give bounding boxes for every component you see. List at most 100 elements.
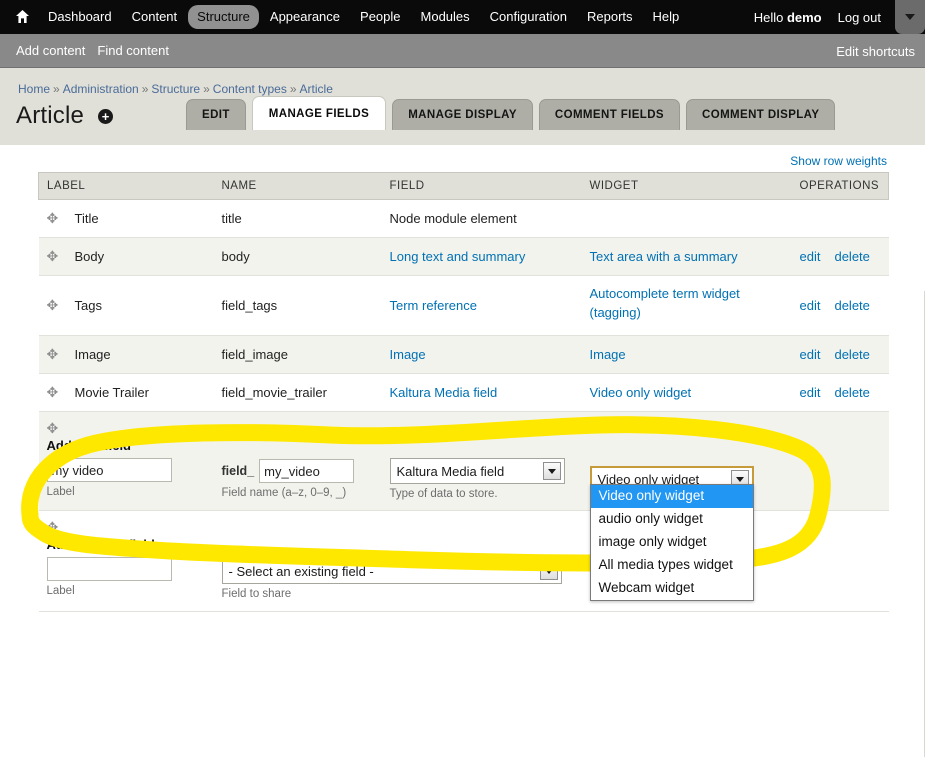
add-new-field-name-cell: field_ Field name (a–z, 0–9, _) [213,411,382,511]
new-field-name-input[interactable] [259,459,355,483]
toolbar-user-area: Hello demo Log out [746,0,925,34]
cell-field: Image [381,335,582,374]
existing-field-select[interactable]: - Select an existing field - [221,558,562,584]
new-field-name-caption: Field name (a–z, 0–9, _) [221,487,347,499]
add-existing-field-title: Add existing field [46,537,155,552]
cell-operations [791,199,889,238]
new-field-label-input[interactable] [46,458,172,482]
table-row: ✥ Title title Node module element [38,199,889,238]
widget-option-image-only[interactable]: image only widget [591,531,753,554]
tab-comment-fields[interactable]: COMMENT FIELDS [538,99,681,130]
edit-link[interactable]: edit [800,249,821,264]
breadcrumb-separator: » [53,82,60,96]
page-title: Article [16,102,85,129]
cell-operations: edit delete [791,373,889,412]
widget-link-secondary[interactable]: (tagging) [590,305,641,320]
tab-comment-display[interactable]: COMMENT DISPLAY [686,99,836,130]
drag-handle-icon[interactable]: ✥ [47,384,63,401]
new-field-type-caption: Type of data to store. [389,488,498,500]
delete-link[interactable]: delete [834,385,869,400]
tab-manage-fields[interactable]: MANAGE FIELDS [251,96,387,130]
toolbar-item-reports[interactable]: Reports [578,5,642,29]
table-header-row: LABEL NAME FIELD WIDGET OPERATIONS [38,172,889,200]
chevron-down-icon [542,462,561,480]
drag-handle-icon[interactable]: ✥ [47,248,63,265]
tab-edit[interactable]: EDIT [186,99,246,130]
table-row: ✥ Image field_image Image Image edit delet… [38,335,889,374]
toolbar-item-people[interactable]: People [351,5,409,29]
column-header-name: NAME [213,172,382,200]
breadcrumb-item-content-types[interactable]: Content types [213,82,287,96]
shortcut-add-content[interactable]: Add content [0,43,85,58]
field-type-link[interactable]: Term reference [390,298,477,313]
drag-handle-icon[interactable]: ✥ [47,421,206,435]
edit-shortcuts-link[interactable]: Edit shortcuts [836,34,915,68]
field-type-link[interactable]: Image [390,347,426,362]
cell-widget [581,199,792,238]
delete-link[interactable]: delete [834,347,869,362]
widget-link[interactable]: Video only widget [590,385,692,400]
home-icon[interactable] [14,9,30,25]
cell-label: ✥ Title [38,199,214,238]
toolbar-item-appearance[interactable]: Appearance [261,5,349,29]
toolbar-item-modules[interactable]: Modules [412,5,479,29]
plus-glyph: + [101,109,110,124]
toolbar-item-configuration[interactable]: Configuration [481,5,576,29]
widget-option-audio-only[interactable]: audio only widget [591,508,753,531]
cell-name: field_image [213,335,382,374]
drag-handle-icon[interactable]: ✥ [47,520,206,534]
field-type-link[interactable]: Kaltura Media field [390,385,498,400]
delete-link[interactable]: delete [834,298,869,313]
contextual-links-icon[interactable]: + [98,109,114,124]
toolbar-collapse-toggle[interactable] [895,0,925,34]
breadcrumb-item-home[interactable]: Home [18,82,50,96]
edit-link[interactable]: edit [800,385,821,400]
tab-manage-display[interactable]: MANAGE DISPLAY [392,99,533,130]
cell-widget: Autocomplete term widget (tagging) [581,275,792,336]
toolbar-item-structure[interactable]: Structure [188,5,259,29]
breadcrumb-item-article[interactable]: Article [300,82,333,96]
cell-label: ✥ Movie Trailer [38,373,214,412]
greeting-prefix: Hello [753,9,787,25]
delete-link[interactable]: delete [834,249,869,264]
breadcrumb-item-administration[interactable]: Administration [63,82,139,96]
greeting: Hello demo [746,6,830,29]
breadcrumb-item-structure[interactable]: Structure [151,82,200,96]
add-new-field-title: Add new field [46,438,132,453]
widget-option-webcam[interactable]: Webcam widget [591,577,753,600]
edit-link[interactable]: edit [800,347,821,362]
drag-handle-icon[interactable]: ✥ [47,210,63,227]
add-new-field-label-cell: ✥ Add new field Label [38,411,214,511]
field-label: Movie Trailer [74,385,149,400]
field-type-link[interactable]: Long text and summary [390,249,526,264]
toolbar-item-dashboard[interactable]: Dashboard [39,5,121,29]
existing-field-label-caption: Label [46,585,75,597]
widget-options-listbox[interactable]: Video only widget audio only widget imag… [589,484,754,601]
column-header-operations: OPERATIONS [791,172,889,200]
widget-option-all-media-types[interactable]: All media types widget [591,554,753,577]
page-header: Home» Administration» Structure» Content ty… [0,68,925,145]
new-field-type-value: Kaltura Media field [396,463,505,479]
cell-name: body [213,237,382,276]
cell-field: Term reference [381,275,582,336]
existing-field-label-input[interactable] [46,557,172,581]
table-row: ✥ Movie Trailer field_movie_trailer Kaltu… [38,373,889,412]
drag-handle-icon[interactable]: ✥ [47,297,63,314]
show-row-weights-link[interactable]: Show row weights [790,154,887,168]
field-label: Image [74,347,111,362]
toolbar-item-content[interactable]: Content [123,5,187,29]
admin-toolbar: Dashboard Content Structure Appearance P… [0,0,925,34]
drag-handle-icon[interactable]: ✥ [47,346,63,363]
content-region: Show row weights LABEL NAME FIELD WIDGET… [0,145,925,757]
widget-link[interactable]: Autocomplete term widget [590,286,740,301]
widget-option-video-only[interactable]: Video only widget [590,485,753,508]
edit-shortcuts-label: Edit shortcuts [836,43,915,59]
widget-link[interactable]: Image [590,347,626,362]
widget-link[interactable]: Text area with a summary [590,249,738,264]
edit-link[interactable]: edit [800,298,821,313]
new-field-type-select[interactable]: Kaltura Media field [389,458,565,484]
cell-widget: Image [581,335,792,374]
shortcut-find-content[interactable]: Find content [85,43,169,58]
toolbar-item-help[interactable]: Help [644,5,689,29]
logout-link[interactable]: Log out [830,6,889,29]
